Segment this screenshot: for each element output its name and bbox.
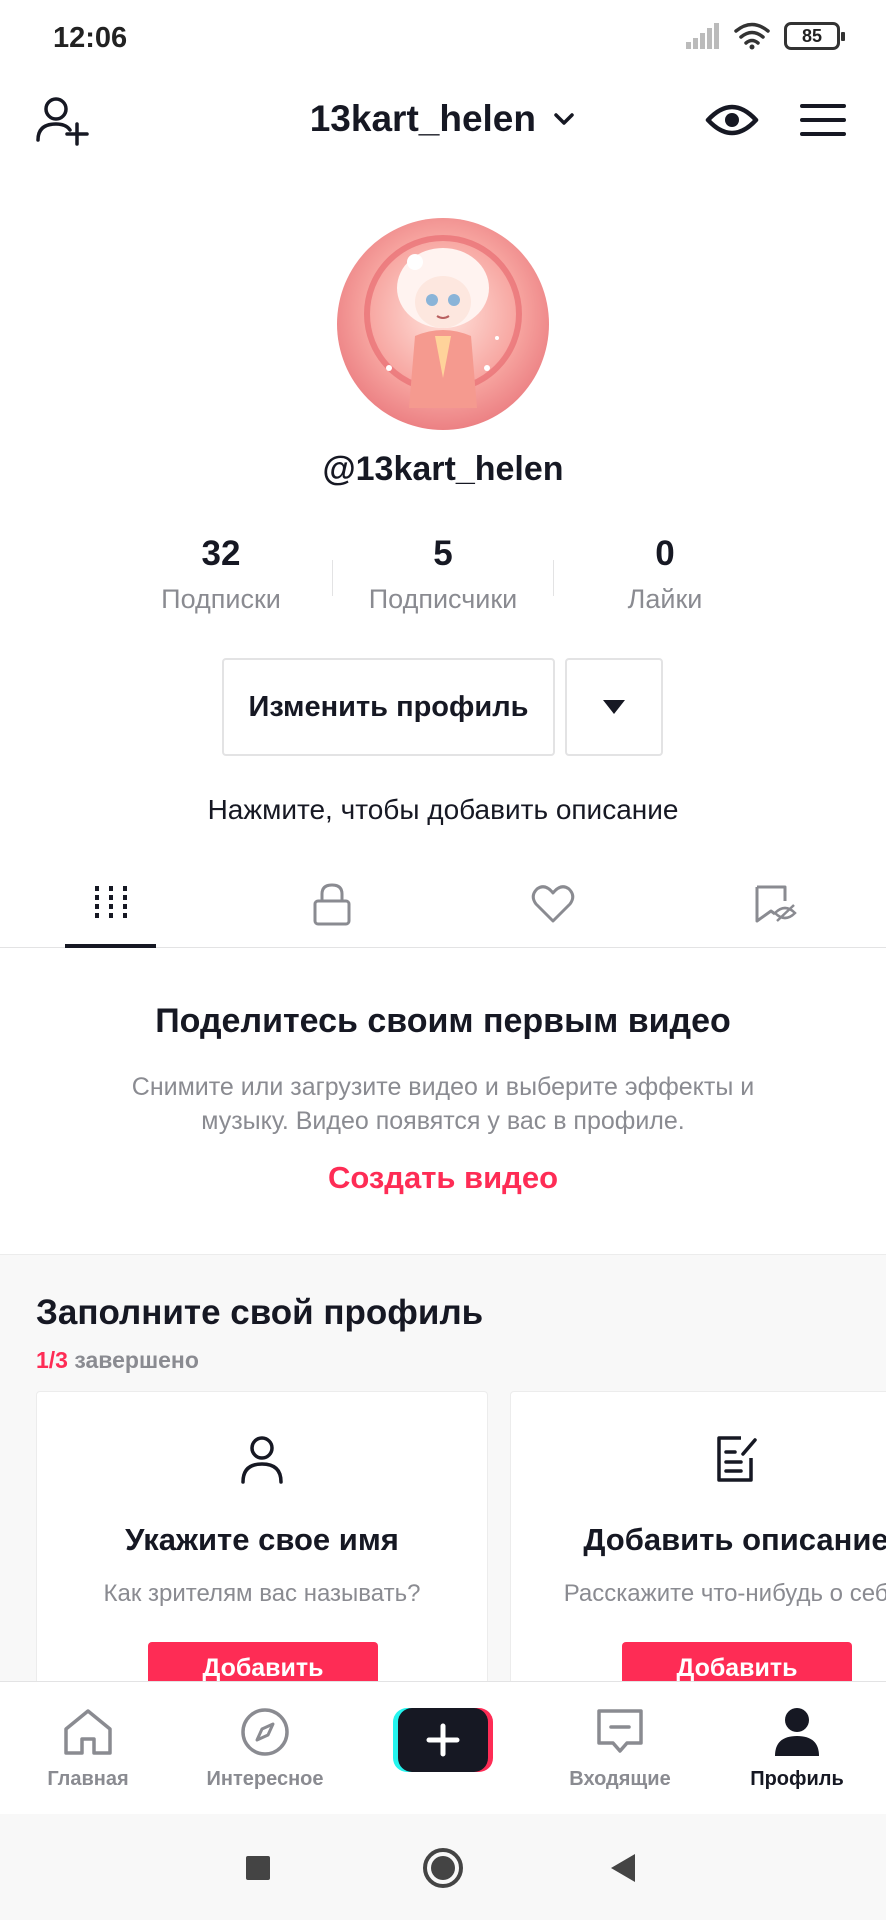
circle-icon — [423, 1848, 463, 1888]
more-options-button[interactable] — [565, 658, 663, 756]
stat-value: 5 — [433, 534, 453, 573]
compass-icon — [241, 1708, 289, 1756]
edit-profile-button[interactable]: Изменить профиль — [222, 658, 555, 756]
profile-header: 13kart_helen — [0, 80, 886, 160]
nav-label: Главная — [47, 1768, 129, 1790]
avatar-image — [337, 218, 549, 430]
tab-saved-hidden[interactable] — [720, 860, 830, 948]
grid-icon — [95, 886, 127, 922]
battery-icon: 85 — [784, 22, 845, 50]
card-subtitle: Расскажите что-нибудь о себе. — [563, 1580, 886, 1607]
stat-value: 32 — [201, 534, 241, 573]
content-tabs — [0, 860, 886, 948]
add-name-button[interactable]: Добавить — [148, 1642, 378, 1685]
battery-level: 85 — [801, 25, 823, 46]
stat-followers[interactable]: 5 Подписчики — [343, 530, 543, 615]
stat-value: 0 — [655, 534, 675, 573]
profile-views-button[interactable] — [702, 90, 762, 150]
status-icons: 85 — [686, 22, 845, 50]
avatar[interactable] — [337, 218, 549, 430]
stat-following[interactable]: 32 Подписки — [121, 530, 321, 615]
profile-handle: @13kart_helen — [322, 450, 564, 488]
tab-videos[interactable] — [56, 860, 166, 948]
nav-profile[interactable]: Профиль — [717, 1704, 877, 1791]
chevron-down-icon — [554, 113, 575, 125]
nav-discover[interactable]: Интересное — [185, 1704, 345, 1791]
stat-label: Подписчики — [368, 584, 518, 614]
nav-inbox[interactable]: Входящие — [540, 1704, 700, 1791]
back-button[interactable] — [601, 1846, 645, 1890]
stat-likes[interactable]: 0 Лайки — [565, 530, 765, 615]
profile-stats: 32 Подписки 5 Подписчики 0 Лайки — [0, 530, 886, 630]
header-username: 13kart_helen — [309, 98, 536, 140]
caret-down-icon — [603, 700, 625, 714]
add-bio-prompt[interactable]: Нажмите, чтобы добавить описание — [0, 794, 886, 826]
card-add-bio[interactable]: Добавить описание Расскажите что-нибудь … — [510, 1391, 886, 1685]
nav-label: Входящие — [569, 1768, 671, 1790]
stat-label: Лайки — [627, 584, 703, 614]
inbox-icon — [597, 1709, 643, 1753]
empty-state-title: Поделитесь своим первым видео — [155, 1002, 731, 1040]
status-time: 12:06 — [53, 22, 128, 54]
nav-home[interactable]: Главная — [8, 1704, 168, 1791]
bottom-navigation: Главная Интересное Входящие Профиль — [0, 1681, 886, 1813]
create-button[interactable] — [393, 1708, 493, 1772]
create-video-link[interactable]: Создать видео — [0, 1160, 886, 1196]
edit-note-icon — [717, 1436, 757, 1482]
heart-icon — [531, 885, 575, 923]
card-icon-wrap — [37, 1434, 487, 1486]
card-icon-wrap — [511, 1434, 886, 1484]
home-icon — [64, 1709, 112, 1755]
complete-profile-section: Заполните свой профиль 1/3 завершено Ука… — [0, 1254, 886, 1685]
person-icon — [241, 1436, 283, 1484]
wifi-icon — [734, 22, 770, 50]
stat-divider — [332, 560, 333, 596]
eye-icon — [705, 104, 759, 136]
card-title: Добавить описание — [583, 1522, 886, 1557]
square-icon — [246, 1856, 270, 1880]
hamburger-menu-icon — [800, 104, 846, 136]
card-subtitle: Как зрителям вас называть? — [103, 1580, 421, 1607]
menu-button[interactable] — [793, 90, 853, 150]
nav-label: Профиль — [750, 1768, 844, 1790]
stat-label: Подписки — [161, 584, 281, 614]
profile-icon — [775, 1708, 819, 1756]
tab-liked[interactable] — [498, 860, 608, 948]
plus-icon — [426, 1723, 460, 1757]
recents-button[interactable] — [236, 1846, 280, 1890]
home-system-button[interactable] — [421, 1846, 465, 1890]
signal-icon — [686, 23, 719, 49]
create-button-face — [398, 1708, 488, 1772]
triangle-back-icon — [611, 1854, 635, 1882]
stat-divider — [553, 560, 554, 596]
status-bar: 12:06 85 — [0, 0, 886, 76]
lock-icon — [313, 883, 351, 926]
card-title: Укажите свое имя — [125, 1522, 399, 1557]
empty-state-description: Снимите или загрузите видео и выберите э… — [131, 1073, 755, 1135]
active-tab-indicator — [65, 944, 156, 948]
add-bio-button[interactable]: Добавить — [622, 1642, 852, 1685]
hidden-bookmark-icon — [755, 885, 797, 923]
card-add-name[interactable]: Укажите свое имя Как зрителям вас называ… — [36, 1391, 488, 1685]
nav-label: Интересное — [206, 1768, 324, 1790]
system-navigation-bar — [0, 1814, 886, 1920]
tab-private[interactable] — [277, 860, 387, 948]
cards-scroller[interactable]: Укажите свое имя Как зрителям вас называ… — [0, 1255, 886, 1685]
